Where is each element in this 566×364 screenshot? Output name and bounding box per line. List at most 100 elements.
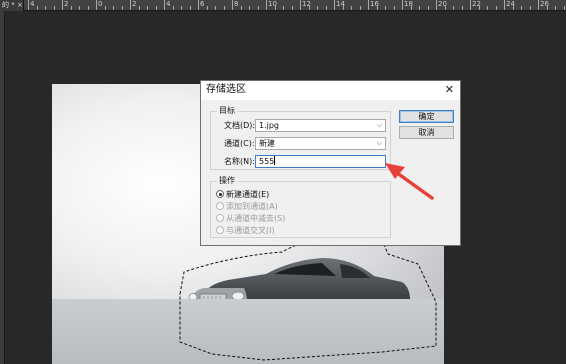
ruler-tick-label: 20	[438, 0, 447, 8]
ruler-major-tick	[436, 0, 437, 10]
ruler-minor-tick	[70, 6, 72, 10]
dialog-title: 存储选区	[206, 84, 246, 95]
radio-add-to-channel[interactable]: 添加到通道(A)	[216, 201, 278, 212]
ruler-minor-tick	[121, 6, 123, 10]
dialog-titlebar[interactable]: 存储选区 ✕	[201, 81, 460, 100]
radio-subtract-from-channel[interactable]: 从通道中减去(S)	[216, 213, 285, 224]
ruler-major-tick	[334, 0, 335, 10]
ruler-minor-tick	[512, 6, 514, 10]
ruler-minor-tick	[427, 6, 429, 10]
ruler-minor-tick	[521, 6, 522, 10]
ruler-minor-tick	[283, 6, 284, 10]
ruler-minor-tick	[181, 6, 182, 10]
document-label: 文档(D):	[224, 121, 256, 130]
ruler-minor-tick	[325, 6, 327, 10]
ruler-minor-tick	[36, 6, 38, 10]
tab-close-icon[interactable]: ×	[17, 1, 23, 9]
ruler-tick-label: 16	[370, 0, 379, 8]
document-tab-label: 的 *	[2, 1, 15, 9]
ruler-tick-label: 4	[166, 0, 171, 8]
ruler-minor-tick	[444, 6, 446, 10]
ruler-minor-tick	[189, 6, 191, 10]
ruler-major-tick	[300, 0, 301, 10]
radio-unchecked-icon	[216, 226, 224, 234]
close-icon[interactable]: ✕	[445, 84, 454, 96]
ruler-minor-tick	[215, 6, 216, 10]
ruler-major-tick	[232, 0, 233, 10]
ruler-minor-tick	[104, 6, 106, 10]
radio-intersect-channel[interactable]: 与通道交叉(I)	[216, 225, 275, 236]
channel-select[interactable]: 新建 ⌵	[255, 137, 386, 150]
radio-label: 新建通道(E)	[226, 190, 270, 199]
ruler-tick-label: 12	[302, 0, 311, 8]
ruler-tick-label: 26	[540, 0, 549, 8]
ruler-minor-tick	[113, 6, 114, 10]
ruler-tick-label: 2	[64, 0, 69, 8]
cancel-button[interactable]: 取消	[399, 126, 454, 139]
document-value: 1.jpg	[259, 121, 280, 130]
ruler-minor-tick	[359, 6, 361, 10]
channel-label: 通道(C):	[224, 139, 255, 148]
ruler-minor-tick	[351, 6, 352, 10]
ruler-minor-tick	[206, 6, 208, 10]
ruler-major-tick	[266, 0, 267, 10]
name-input[interactable]: 555	[255, 155, 386, 168]
ruler-minor-tick	[385, 6, 386, 10]
ruler-minor-tick	[249, 6, 250, 10]
document-select[interactable]: 1.jpg ⌵	[255, 119, 386, 132]
target-group: 目标 文档(D): 1.jpg ⌵ 通道(C): 新建 ⌵ 名称(N): 555	[210, 105, 391, 170]
ruler-tick-label: 4	[30, 0, 35, 8]
ruler-tick-label: 2	[132, 0, 137, 8]
ruler-tick-label: 10	[268, 0, 277, 8]
ruler-minor-tick	[546, 6, 548, 10]
ruler-minor-tick	[419, 6, 420, 10]
ruler-major-tick	[402, 0, 403, 10]
ruler-tick-label: 22	[472, 0, 481, 8]
ruler-minor-tick	[240, 6, 242, 10]
ruler-minor-tick	[308, 6, 310, 10]
vertical-ruler	[0, 11, 5, 364]
radio-label: 与通道交叉(I)	[226, 226, 275, 235]
ruler-major-tick	[96, 0, 97, 10]
ruler-major-tick	[62, 0, 63, 10]
ruler-minor-tick	[563, 6, 565, 10]
radio-unchecked-icon	[216, 214, 224, 222]
ruler-minor-tick	[291, 6, 293, 10]
ruler-minor-tick	[45, 6, 46, 10]
chevron-down-icon: ⌵	[376, 121, 382, 129]
radio-label: 从通道中减去(S)	[226, 214, 286, 223]
chevron-down-icon: ⌵	[376, 139, 382, 147]
ruler-minor-tick	[257, 6, 259, 10]
ruler-minor-tick	[555, 6, 556, 10]
save-selection-dialog: 存储选区 ✕ 目标 文档(D): 1.jpg ⌵ 通道(C): 新建 ⌵ 名称(…	[200, 80, 461, 246]
ruler-minor-tick	[461, 6, 463, 10]
ruler-tick-label: 8	[234, 0, 239, 8]
document-tab[interactable]: 的 * ×	[0, 0, 24, 11]
name-label: 名称(N):	[224, 157, 255, 166]
ruler-major-tick	[504, 0, 505, 10]
ruler-minor-tick	[376, 6, 378, 10]
ruler-minor-tick	[342, 6, 344, 10]
ruler-minor-tick	[453, 6, 454, 10]
ruler-minor-tick	[79, 6, 80, 10]
ok-button[interactable]: 确定	[399, 110, 454, 123]
ruler-tick-label: 18	[404, 0, 413, 8]
ruler-major-tick	[470, 0, 471, 10]
ruler-tick-label: 6	[200, 0, 205, 8]
ruler-major-tick	[198, 0, 199, 10]
ruler-minor-tick	[138, 6, 140, 10]
ruler-minor-tick	[410, 6, 412, 10]
ruler-major-tick	[130, 0, 131, 10]
operation-group: 操作 新建通道(E) 添加到通道(A) 从通道中减去(S) 与通道交叉(I)	[210, 175, 391, 238]
operation-legend: 操作	[217, 175, 237, 187]
radio-label: 添加到通道(A)	[226, 202, 278, 211]
ruler-minor-tick	[274, 6, 276, 10]
ruler-minor-tick	[155, 6, 157, 10]
radio-unchecked-icon	[216, 202, 224, 210]
ruler-minor-tick	[223, 6, 225, 10]
ruler-tick-label: 14	[336, 0, 345, 8]
ruler-minor-tick	[172, 6, 174, 10]
radio-new-channel[interactable]: 新建通道(E)	[216, 189, 269, 200]
radio-checked-icon	[216, 190, 224, 198]
horizontal-ruler: 4 2 0 2 4 6 8 10 12 14 16 18 20 22 24 26	[24, 0, 566, 11]
